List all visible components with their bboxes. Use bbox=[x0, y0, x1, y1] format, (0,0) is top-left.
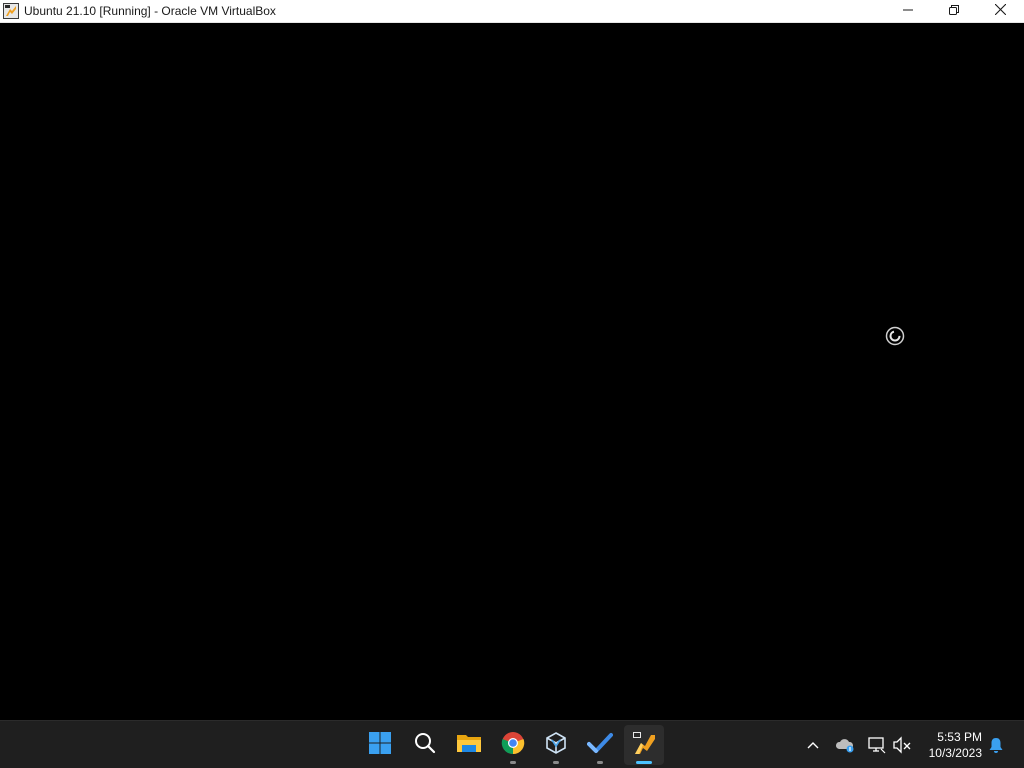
running-indicator bbox=[553, 761, 559, 764]
restore-icon bbox=[949, 2, 959, 20]
todo-button[interactable] bbox=[580, 725, 620, 765]
chrome-button[interactable] bbox=[493, 725, 533, 765]
loading-spinner-icon bbox=[885, 326, 905, 346]
search-icon bbox=[414, 732, 436, 759]
ubuntu-vm-icon bbox=[631, 730, 657, 761]
search-button[interactable] bbox=[405, 725, 445, 765]
close-button[interactable] bbox=[977, 0, 1023, 22]
clock[interactable]: 5:53 PM 10/3/2023 bbox=[929, 729, 982, 761]
start-button[interactable] bbox=[360, 725, 400, 765]
restore-button[interactable] bbox=[931, 0, 977, 22]
volume-muted-icon[interactable] bbox=[890, 733, 914, 757]
chrome-icon bbox=[501, 731, 525, 760]
notification-bell-icon[interactable] bbox=[984, 733, 1008, 757]
close-icon bbox=[994, 2, 1006, 20]
onedrive-cloud-icon[interactable] bbox=[833, 733, 857, 757]
running-indicator bbox=[597, 761, 603, 764]
vm-window-button[interactable] bbox=[624, 725, 664, 765]
minimize-icon bbox=[903, 2, 913, 20]
taskbar: 5:53 PM 10/3/2023 bbox=[0, 720, 1024, 768]
folder-icon bbox=[456, 732, 482, 759]
vm-display[interactable] bbox=[0, 23, 1024, 720]
window-title: Ubuntu 21.10 [Running] - Oracle VM Virtu… bbox=[24, 4, 276, 18]
virtualbox-button[interactable] bbox=[536, 725, 576, 765]
window-titlebar[interactable]: Ubuntu 21.10 [Running] - Oracle VM Virtu… bbox=[0, 0, 1024, 23]
clock-date: 10/3/2023 bbox=[928, 746, 982, 760]
virtualbox-icon bbox=[544, 731, 568, 760]
clock-time: 5:53 PM bbox=[937, 730, 982, 744]
running-indicator bbox=[510, 761, 516, 764]
virtualbox-app-icon[interactable] bbox=[3, 3, 19, 19]
network-icon[interactable] bbox=[865, 733, 889, 757]
windows-start-icon bbox=[368, 731, 392, 760]
minimize-button[interactable] bbox=[885, 0, 931, 22]
chevron-up-icon[interactable] bbox=[801, 733, 825, 757]
checkmark-icon bbox=[587, 731, 613, 760]
active-indicator bbox=[636, 761, 652, 764]
file-explorer-button[interactable] bbox=[449, 725, 489, 765]
